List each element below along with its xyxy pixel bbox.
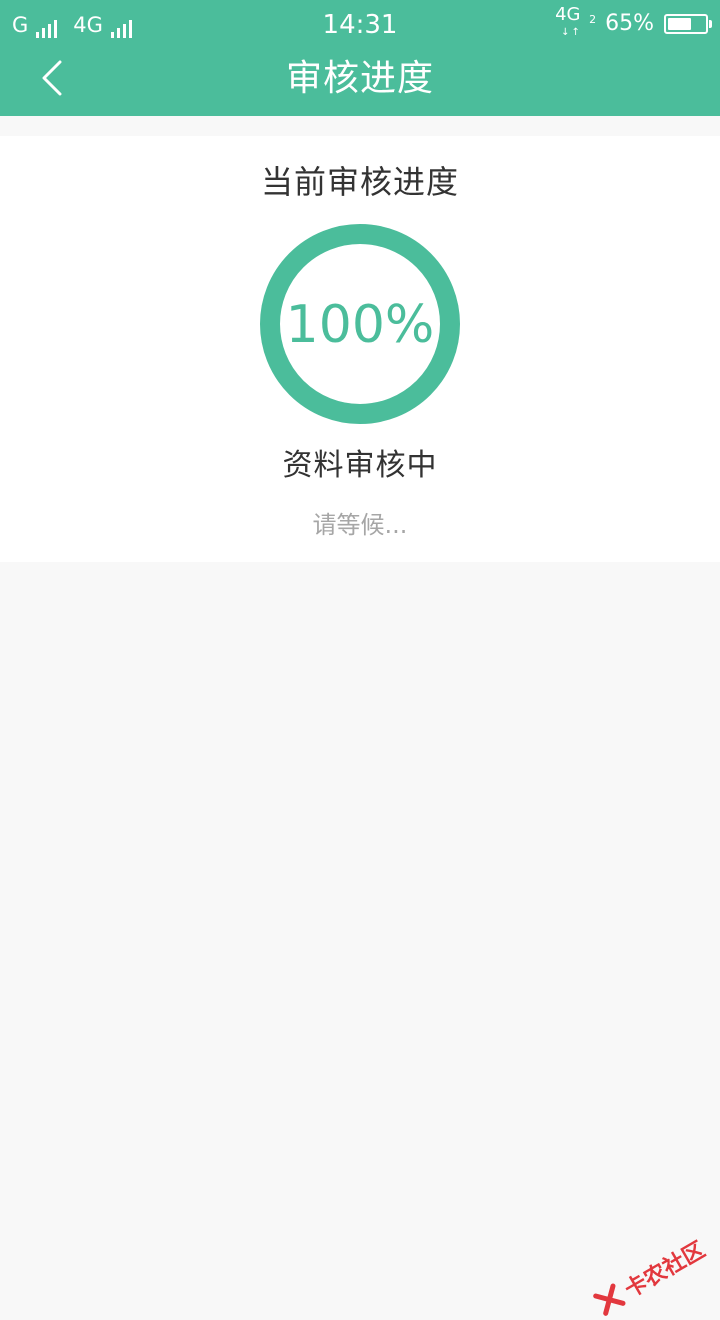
status-bar: G 4G 14:31 4G 2 ↓↑ 65% [0, 0, 720, 52]
network-indicator: 4G 2 ↓↑ [555, 4, 597, 42]
progress-ring: 100% [260, 224, 460, 424]
wait-hint: 请等候... [312, 511, 408, 539]
battery-icon [664, 14, 712, 34]
page-title: 审核进度 [285, 58, 434, 99]
battery-tip [709, 20, 712, 28]
battery-fill [668, 18, 691, 30]
watermark-logo-icon [593, 1283, 626, 1316]
progress-heading: 当前审核进度 [260, 163, 459, 201]
network-sub-label: 2 [589, 13, 597, 26]
battery-percent: 65% [605, 11, 654, 36]
progress-card: 当前审核进度 100% 资料审核中 请等候... [0, 136, 720, 562]
watermark-text: 卡农社区 [620, 1237, 710, 1304]
watermark: 卡农社区 [590, 1232, 710, 1320]
network-label: 4G [555, 4, 581, 25]
review-status: 资料审核中 [282, 448, 438, 483]
progress-percent: 100% [285, 295, 435, 355]
status-right: 4G 2 ↓↑ 65% [555, 4, 712, 42]
data-arrows-icon: ↓↑ [561, 27, 582, 38]
top-bar: G 4G 14:31 4G 2 ↓↑ 65% 审核进度 [0, 0, 720, 116]
